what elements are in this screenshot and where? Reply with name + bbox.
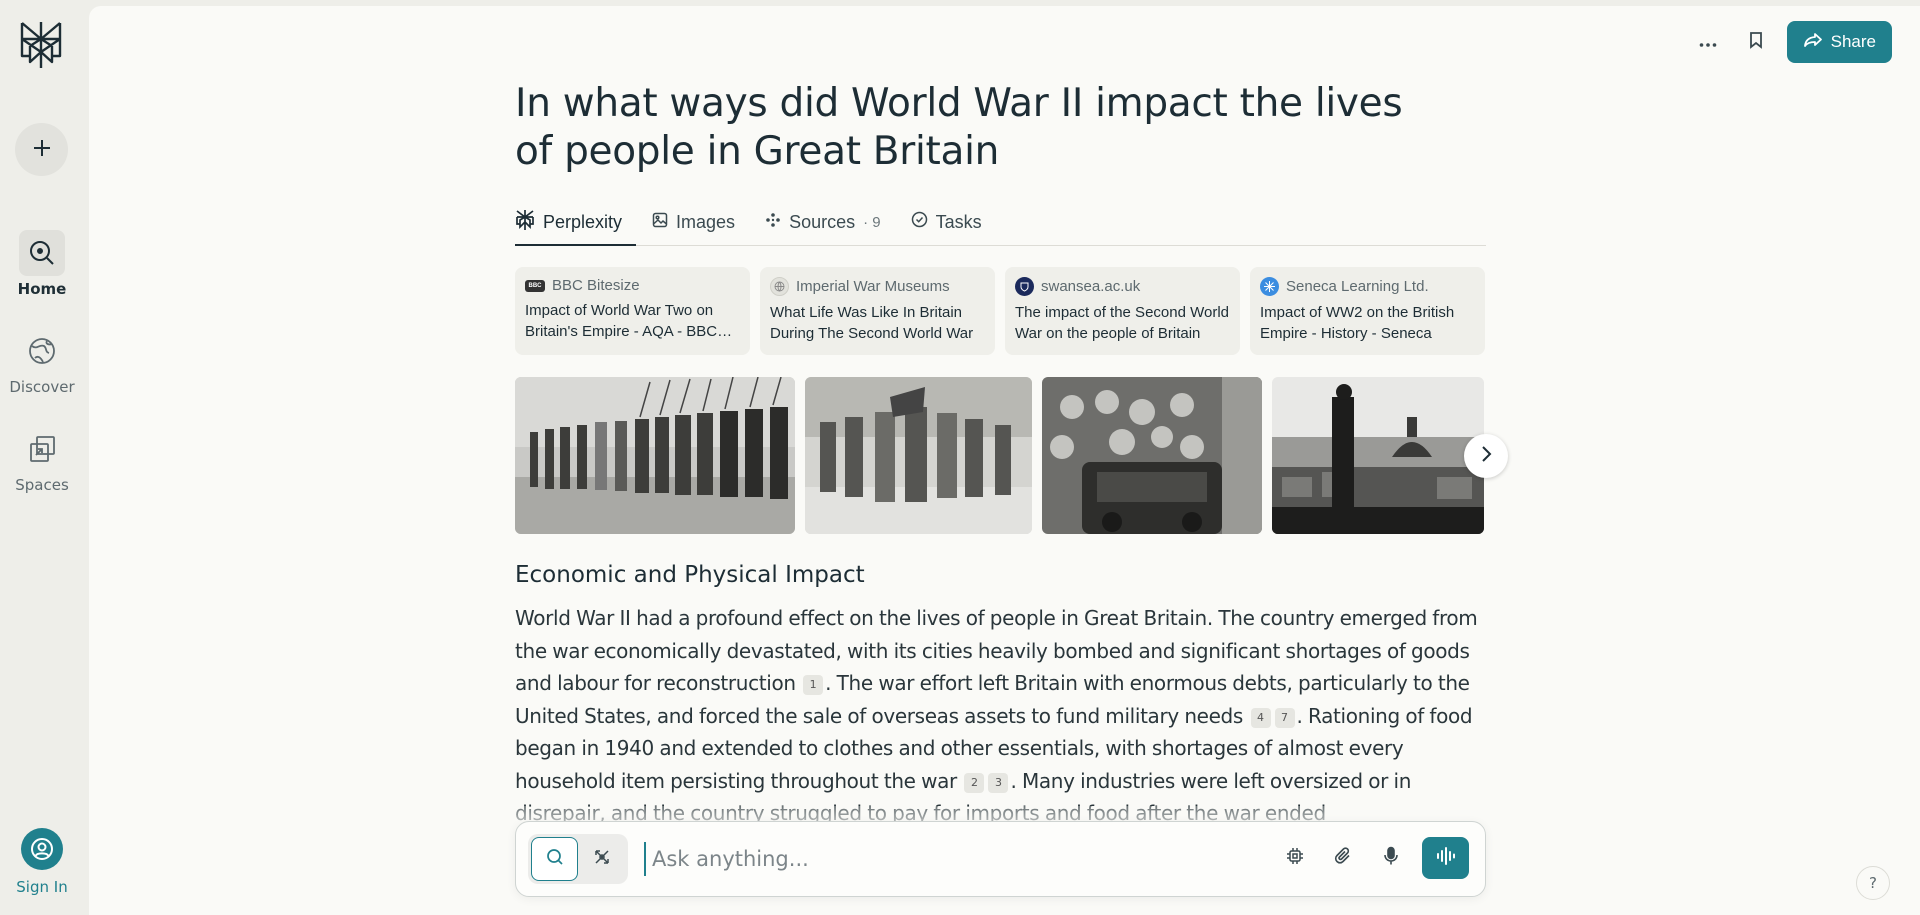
- bbc-favicon-icon: BBC: [525, 279, 545, 292]
- chevron-right-icon: [1480, 445, 1492, 467]
- image-icon: [652, 212, 668, 233]
- tab-sources[interactable]: Sources · 9: [765, 202, 881, 242]
- ask-tools: [1278, 837, 1469, 879]
- tab-label: Images: [676, 211, 736, 232]
- sidebar: Home Discover Spaces Sign In: [0, 0, 88, 915]
- sign-in-button[interactable]: Sign In: [0, 828, 84, 896]
- source-site: Seneca Learning Ltd.: [1286, 278, 1429, 295]
- source-title: Impact of World War Two on Britain's Emp…: [525, 302, 718, 340]
- seneca-favicon-icon: [1260, 277, 1279, 296]
- tab-tasks[interactable]: Tasks: [911, 202, 982, 242]
- dictate-button[interactable]: [1374, 841, 1408, 875]
- sources-count: · 9: [863, 213, 881, 231]
- help-button[interactable]: ?: [1856, 866, 1890, 900]
- waveform-icon: [1435, 846, 1457, 870]
- source-card[interactable]: Imperial War Museums What Life Was Like …: [760, 267, 995, 355]
- source-card[interactable]: BBC BBC Bitesize Impact of World War Two…: [515, 267, 750, 355]
- answer-content: In what ways did World War II impact the…: [515, 6, 1508, 830]
- sidebar-item-label: Discover: [9, 378, 75, 396]
- sidebar-item-spaces[interactable]: Spaces: [0, 426, 84, 494]
- voice-mode-button[interactable]: [1422, 837, 1469, 879]
- image-thumbnail[interactable]: [805, 377, 1032, 534]
- share-label: Share: [1830, 32, 1876, 51]
- sidebar-item-home[interactable]: Home: [0, 230, 84, 298]
- search-icon: [546, 848, 564, 870]
- citation-badge[interactable]: 3: [988, 772, 1009, 793]
- research-mode-button[interactable]: [578, 837, 625, 881]
- source-title: Impact of WW2 on the British Empire - Hi…: [1260, 304, 1455, 342]
- image-thumbnail[interactable]: [515, 377, 795, 534]
- tab-label: Perplexity: [543, 211, 623, 232]
- check-circle-icon: [911, 211, 928, 233]
- sidebar-item-label: Spaces: [15, 476, 69, 494]
- globe-icon: [19, 328, 65, 374]
- source-title: The impact of the Second World War on th…: [1015, 304, 1229, 342]
- image-strip: [515, 377, 1508, 534]
- active-tab-indicator: [515, 244, 636, 246]
- search-icon: [19, 230, 65, 276]
- tab-label: Sources: [789, 211, 856, 232]
- search-mode-toggle: [528, 834, 628, 884]
- citation-badge[interactable]: 2: [964, 772, 985, 793]
- model-select-button[interactable]: [1278, 841, 1312, 875]
- paperclip-icon: [1334, 847, 1352, 869]
- answer-tabs: Perplexity Images Sources · 9 Tasks: [515, 202, 1486, 246]
- share-icon: [1803, 32, 1823, 53]
- source-card[interactable]: Seneca Learning Ltd. Impact of WW2 on th…: [1250, 267, 1485, 355]
- swansea-favicon-icon: [1015, 277, 1034, 296]
- image-thumbnail[interactable]: [1042, 377, 1262, 534]
- sources-icon: [765, 212, 781, 233]
- search-mode-button[interactable]: [531, 837, 578, 881]
- question-title: In what ways did World War II impact the…: [515, 81, 1403, 174]
- new-thread-button[interactable]: [15, 123, 68, 176]
- tab-perplexity[interactable]: Perplexity: [515, 202, 622, 242]
- answer-section-heading: Economic and Physical Impact: [515, 562, 865, 588]
- tab-label: Tasks: [935, 211, 982, 232]
- image-thumbnail[interactable]: [1272, 377, 1484, 534]
- top-actions: Share: [1691, 21, 1892, 63]
- perplexity-logo-icon[interactable]: [18, 20, 66, 70]
- chip-icon: [1286, 847, 1304, 869]
- share-button[interactable]: Share: [1786, 21, 1892, 63]
- more-options-button[interactable]: [1691, 25, 1725, 59]
- plus-icon: [32, 138, 52, 162]
- ellipsis-icon: [1699, 33, 1717, 52]
- citation-badge[interactable]: 7: [1274, 707, 1295, 728]
- source-site: swansea.ac.uk: [1041, 278, 1141, 295]
- source-cards: BBC BBC Bitesize Impact of World War Two…: [515, 267, 1486, 355]
- ask-input[interactable]: [644, 842, 1144, 876]
- tab-images[interactable]: Images: [652, 202, 735, 242]
- research-icon: [593, 848, 611, 870]
- microphone-icon: [1383, 846, 1399, 870]
- source-card[interactable]: swansea.ac.uk The impact of the Second W…: [1005, 267, 1240, 355]
- attach-button[interactable]: [1326, 841, 1360, 875]
- source-site: Imperial War Museums: [796, 278, 950, 295]
- next-images-button[interactable]: [1464, 434, 1508, 478]
- source-site: BBC Bitesize: [552, 277, 640, 294]
- source-title: What Life Was Like In Britain During The…: [770, 304, 974, 342]
- perplexity-icon: [515, 209, 535, 236]
- sidebar-item-label: Home: [17, 280, 67, 298]
- sidebar-item-discover[interactable]: Discover: [0, 328, 84, 396]
- ask-box: [515, 821, 1486, 897]
- citation-badge[interactable]: 1: [803, 675, 824, 695]
- answer-paragraph: World War II had a profound effect on th…: [515, 602, 1486, 830]
- spaces-icon: [19, 426, 65, 472]
- main-panel: Share In what ways did World War II impa…: [89, 6, 1920, 915]
- bookmark-icon: [1749, 31, 1763, 53]
- user-icon: [21, 828, 63, 870]
- globe-favicon-icon: [770, 277, 789, 296]
- bookmark-button[interactable]: [1739, 25, 1773, 59]
- sign-in-label: Sign In: [16, 878, 68, 896]
- citation-badge[interactable]: 4: [1250, 707, 1271, 728]
